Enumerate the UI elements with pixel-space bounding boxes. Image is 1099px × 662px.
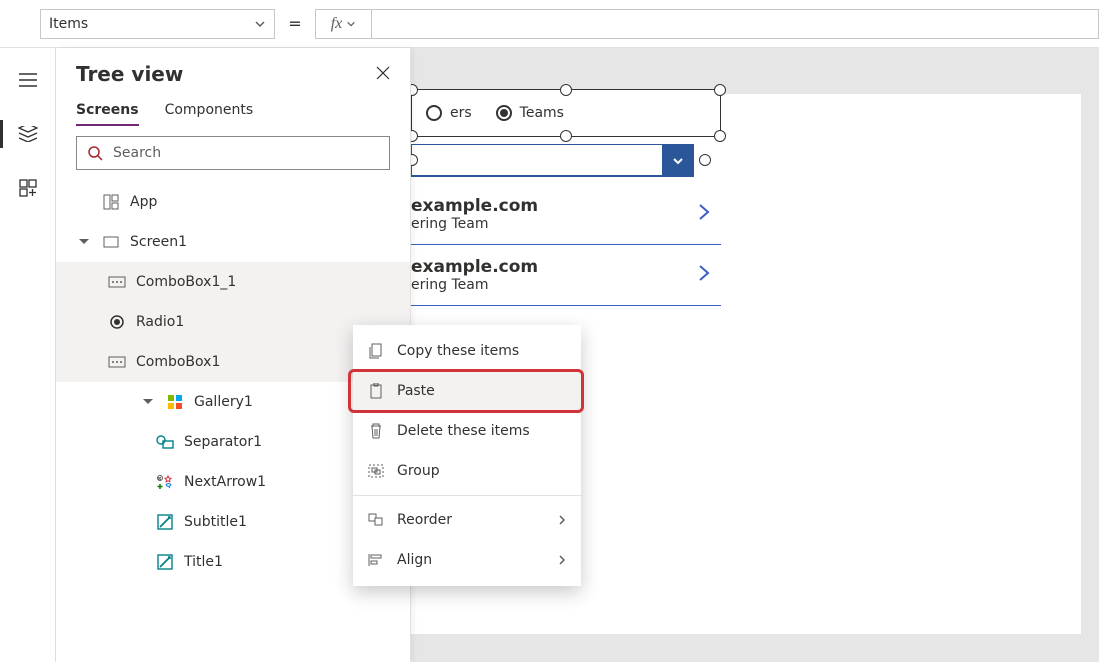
formula-bar: Items = fx [0, 0, 1099, 48]
menu-paste[interactable]: Paste [353, 371, 581, 411]
menu-reorder[interactable]: Reorder [353, 500, 581, 540]
tree-label: ComboBox1 [136, 354, 220, 370]
tree-label: App [130, 194, 157, 210]
screen-icon [102, 233, 120, 251]
menu-delete[interactable]: Delete these items [353, 411, 581, 451]
combobox-icon [108, 273, 126, 291]
gallery-item-subtitle: ering Team [411, 216, 538, 232]
caret-icon [140, 395, 156, 409]
tree-label: Subtitle1 [184, 514, 247, 530]
chevron-right-icon[interactable] [695, 200, 713, 228]
tree-label: Title1 [184, 554, 223, 570]
property-select-value: Items [49, 16, 88, 32]
search-placeholder: Search [113, 145, 161, 161]
trash-icon [367, 423, 385, 439]
property-select[interactable]: Items [40, 9, 275, 39]
tree-label: Screen1 [130, 234, 187, 250]
fx-icon: fx [331, 15, 343, 33]
app-icon [102, 193, 120, 211]
label-icon [156, 553, 174, 571]
gallery-item-title: example.com [411, 196, 538, 216]
radio-icon [108, 313, 126, 331]
resize-handle[interactable] [699, 154, 711, 166]
tree-node-combobox1-1[interactable]: ComboBox1_1 [56, 262, 410, 302]
chevron-down-icon [254, 18, 266, 30]
resize-handle[interactable] [714, 130, 726, 142]
hamburger-icon[interactable] [10, 62, 46, 98]
insert-icon[interactable] [10, 170, 46, 206]
close-icon[interactable] [376, 65, 390, 84]
gallery-item-title: example.com [411, 257, 538, 277]
paste-icon [367, 383, 385, 399]
chevron-down-icon[interactable] [662, 144, 694, 177]
tree-node-screen1[interactable]: Screen1 [56, 222, 410, 262]
formula-input[interactable] [371, 9, 1099, 39]
resize-handle[interactable] [560, 84, 572, 96]
panel-title: Tree view [76, 62, 183, 86]
copy-icon [367, 343, 385, 359]
radio-option-2[interactable]: Teams [496, 105, 564, 121]
gallery-control[interactable]: example.com ering Team example.com ering… [411, 184, 721, 306]
search-input[interactable]: Search [76, 136, 390, 170]
radio-control[interactable]: ers Teams [411, 89, 721, 137]
chevron-right-icon[interactable] [695, 261, 713, 289]
gallery-item[interactable]: example.com ering Team [411, 245, 721, 306]
menu-align[interactable]: Align [353, 540, 581, 580]
left-rail [0, 48, 56, 662]
chevron-right-icon [557, 514, 567, 526]
group-icon [367, 464, 385, 478]
gallery-icon [166, 393, 184, 411]
radio-dot-icon [496, 105, 512, 121]
search-icon [87, 145, 103, 161]
tree-node-app[interactable]: App [56, 182, 410, 222]
tree-label: Gallery1 [194, 394, 253, 410]
combobox-icon [108, 353, 126, 371]
combobox-control[interactable] [411, 144, 694, 177]
radio-option-1[interactable]: ers [426, 105, 472, 121]
context-menu: Copy these items Paste Delete these item… [353, 325, 581, 586]
tree-label: ComboBox1_1 [136, 274, 236, 290]
panel-tabs: Screens Components [56, 96, 410, 126]
gallery-item-subtitle: ering Team [411, 277, 538, 293]
label-icon [156, 513, 174, 531]
fx-button[interactable]: fx [315, 9, 371, 39]
resize-handle[interactable] [560, 130, 572, 142]
menu-group[interactable]: Group [353, 451, 581, 491]
caret-icon [76, 235, 92, 249]
tab-screens[interactable]: Screens [76, 96, 139, 126]
separator-icon [156, 433, 174, 451]
gallery-item[interactable]: example.com ering Team [411, 184, 721, 245]
tab-components[interactable]: Components [165, 96, 254, 126]
tree-label: NextArrow1 [184, 474, 266, 490]
resize-handle[interactable] [714, 84, 726, 96]
equals-label: = [275, 14, 315, 33]
menu-copy[interactable]: Copy these items [353, 331, 581, 371]
tree-view-icon[interactable] [10, 116, 46, 152]
radio-dot-icon [426, 105, 442, 121]
reorder-icon [367, 513, 385, 527]
tree-label: Separator1 [184, 434, 262, 450]
tree-label: Radio1 [136, 314, 184, 330]
menu-separator [353, 495, 581, 496]
align-icon [367, 553, 385, 567]
icons-icon [156, 473, 174, 491]
chevron-right-icon [557, 554, 567, 566]
